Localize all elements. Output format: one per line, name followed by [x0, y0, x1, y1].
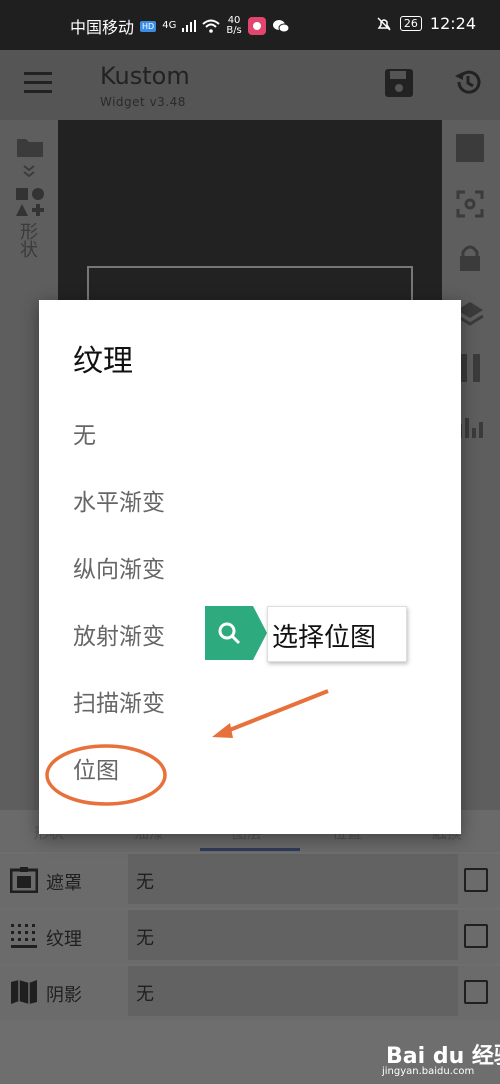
row-checkbox[interactable]: [464, 980, 488, 1004]
option-sweep-gradient[interactable]: 扫描渐变: [73, 684, 165, 718]
double-chevron-icon[interactable]: [22, 164, 36, 178]
wifi-icon: [202, 19, 220, 33]
row-value-field[interactable]: 无: [128, 854, 458, 904]
mute-bell-icon: [377, 16, 391, 31]
row-value: 无: [136, 928, 154, 949]
clock: 12:24: [429, 14, 476, 33]
row-value-field[interactable]: 无: [128, 966, 458, 1016]
hamburger-icon[interactable]: [24, 72, 52, 94]
equalizer-icon[interactable]: [458, 414, 484, 438]
net-speed-unit: B/s: [226, 25, 242, 36]
row-checkbox[interactable]: [464, 924, 488, 948]
row-value: 无: [136, 872, 154, 893]
history-icon[interactable]: [452, 66, 484, 98]
focus-icon[interactable]: [456, 190, 484, 218]
search-icon: [218, 622, 241, 645]
option-horizontal-gradient[interactable]: 水平渐变: [73, 483, 165, 517]
callout-text: 选择位图: [272, 623, 377, 653]
option-vertical-gradient[interactable]: 纵向渐变: [73, 550, 165, 584]
app-bar: Kustom Widget v3.48: [0, 50, 500, 120]
row-value-field[interactable]: 无: [128, 910, 458, 960]
folder-icon[interactable]: [16, 136, 44, 158]
pause-icon[interactable]: [458, 354, 482, 382]
row-texture[interactable]: 纹理 无: [0, 910, 500, 964]
hd-badge: HD: [140, 20, 157, 32]
active-tab-indicator: [200, 848, 300, 851]
option-bitmap[interactable]: 位图: [73, 751, 119, 785]
mask-icon: [10, 867, 38, 893]
battery-level: 26: [399, 16, 422, 31]
net-speed: 40 B/s: [226, 16, 241, 36]
callout-text-box: 选择位图: [267, 606, 407, 662]
row-shadow[interactable]: 阴影 无: [0, 966, 500, 1020]
row-label: 纹理: [46, 929, 82, 950]
network-label: 4G: [162, 20, 177, 31]
status-bar: 中国移动 HD 4G 40 B/s 26 12:24: [0, 0, 500, 50]
option-none[interactable]: 无: [73, 416, 96, 450]
wechat-icon: [272, 20, 290, 33]
baidu-watermark: Bai du 经验 jingyan.baidu.com: [382, 1032, 500, 1080]
save-icon[interactable]: [384, 68, 414, 98]
app-version: Widget v3.48: [100, 95, 186, 109]
texture-dialog: 纹理 无 水平渐变 纵向渐变 放射渐变 扫描渐变 位图: [39, 300, 461, 834]
watermark-url: jingyan.baidu.com: [382, 1066, 475, 1077]
row-label: 阴影: [46, 985, 82, 1006]
instruction-callout: 选择位图: [205, 606, 407, 662]
row-value: 无: [136, 984, 154, 1005]
texture-icon: [11, 924, 37, 948]
option-radial-gradient[interactable]: 放射渐变: [73, 617, 165, 651]
dialog-title: 纹理: [73, 344, 133, 379]
app-title: Kustom: [100, 62, 190, 90]
square-icon[interactable]: [456, 134, 484, 162]
lock-icon[interactable]: [458, 244, 482, 272]
shadow-icon: [11, 980, 37, 1004]
signal-icon: [182, 20, 197, 32]
side-label-shape: 形状: [17, 222, 38, 258]
callout-badge: [205, 606, 267, 660]
row-checkbox[interactable]: [464, 868, 488, 892]
row-mask[interactable]: 遮罩 无: [0, 854, 500, 908]
app-notification-icon: [247, 17, 266, 35]
carrier-label: 中国移动: [70, 18, 135, 37]
shapes-icon[interactable]: [14, 186, 46, 218]
row-label: 遮罩: [46, 873, 82, 894]
